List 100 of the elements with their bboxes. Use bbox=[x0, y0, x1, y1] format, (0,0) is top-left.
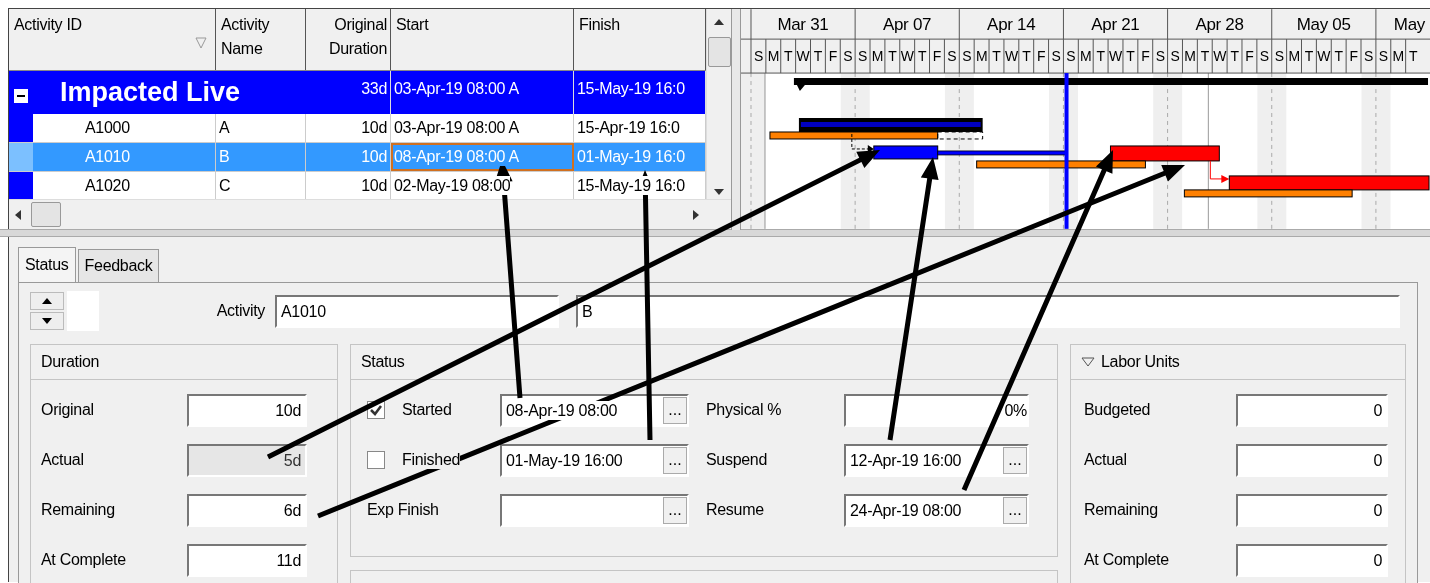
column-header[interactable]: Activity Name bbox=[216, 9, 306, 70]
field-label: Exp Finish bbox=[367, 501, 439, 519]
day-label: M bbox=[767, 48, 779, 65]
day-label: S bbox=[843, 48, 853, 65]
day-label: T bbox=[784, 48, 793, 65]
table-cell-text: A1000 bbox=[84, 118, 131, 138]
scrollbar-thumb[interactable] bbox=[31, 202, 61, 227]
day-label: M bbox=[1080, 48, 1092, 65]
week-label: Apr 21 bbox=[1091, 15, 1140, 35]
date-field[interactable]: 0% bbox=[844, 393, 1029, 427]
vertical-scrollbar[interactable] bbox=[706, 9, 731, 199]
expand-arrow-icon[interactable] bbox=[1081, 357, 1095, 367]
group-title: Duration bbox=[41, 353, 100, 371]
day-label: W bbox=[1109, 48, 1122, 65]
spin-down-button[interactable] bbox=[30, 312, 64, 330]
spin-up-button[interactable] bbox=[30, 292, 64, 310]
day-label: M bbox=[1184, 48, 1196, 65]
wbs-color-bar bbox=[9, 143, 33, 171]
picker-button[interactable]: ... bbox=[663, 446, 687, 474]
field-label: Remaining bbox=[1083, 501, 1159, 519]
day-label: T bbox=[813, 48, 823, 65]
week-label: May bbox=[1393, 15, 1425, 35]
picker-button[interactable]: ... bbox=[663, 496, 687, 524]
checkbox-label: Finished bbox=[402, 451, 461, 469]
week-label: Apr 28 bbox=[1195, 15, 1244, 35]
group-row[interactable]: Impacted Live 33d 03-Apr-19 08:00 A 15-May-19 16:0 bbox=[9, 71, 706, 114]
input-field[interactable]: 10d bbox=[187, 393, 307, 427]
down-arrow-icon bbox=[42, 318, 52, 324]
day-label: S bbox=[1155, 48, 1165, 65]
date-field[interactable]: 24-Apr-19 08:00 ... bbox=[844, 493, 1029, 527]
group-title: Status bbox=[361, 353, 405, 371]
right-arrow-icon[interactable] bbox=[693, 209, 699, 220]
scrollbar-thumb[interactable] bbox=[707, 37, 731, 67]
tab[interactable]: Feedback bbox=[77, 249, 160, 282]
day-label: S bbox=[753, 48, 763, 65]
field-label: Original bbox=[40, 401, 95, 419]
table-cell: 10d bbox=[306, 143, 391, 171]
up-arrow-icon bbox=[42, 298, 52, 304]
date-field[interactable]: 12-Apr-19 16:00 ... bbox=[844, 443, 1029, 477]
day-label: T bbox=[992, 48, 1001, 65]
day-label: S bbox=[1170, 48, 1180, 65]
input-field[interactable]: 0 bbox=[1236, 393, 1388, 427]
day-label: S bbox=[1378, 48, 1388, 65]
checkbox[interactable] bbox=[367, 451, 385, 469]
up-arrow-icon[interactable] bbox=[714, 19, 724, 25]
wbs-color-bar bbox=[9, 114, 33, 142]
day-label: W bbox=[1317, 48, 1331, 65]
column-header[interactable]: Start bbox=[391, 9, 574, 70]
day-label: T bbox=[1230, 48, 1239, 65]
day-label: T bbox=[1096, 48, 1105, 65]
left-arrow-icon[interactable] bbox=[15, 209, 21, 220]
day-label: M bbox=[1392, 48, 1404, 65]
table-cell-text: A1020 bbox=[84, 176, 131, 196]
remaining-outline bbox=[937, 131, 984, 140]
picker-button[interactable]: ... bbox=[1003, 496, 1027, 524]
input-field[interactable]: 0 bbox=[1236, 443, 1388, 477]
pane-splitter[interactable] bbox=[731, 9, 741, 230]
input-field[interactable]: 11d bbox=[187, 543, 307, 577]
field-label: Actual bbox=[40, 451, 85, 469]
day-label: M bbox=[1288, 48, 1300, 65]
day-label: W bbox=[796, 48, 810, 65]
column-header[interactable]: Activity ID bbox=[9, 9, 216, 70]
day-label: S bbox=[962, 48, 972, 65]
day-label: T bbox=[1126, 48, 1135, 65]
input-field[interactable]: B bbox=[576, 294, 1400, 328]
input-field[interactable]: 6d bbox=[187, 493, 307, 527]
day-label: F bbox=[1349, 48, 1358, 65]
input-field[interactable]: 0 bbox=[1236, 493, 1388, 527]
group-title: Impacted Live bbox=[60, 77, 241, 108]
relationship-arrow bbox=[851, 133, 874, 153]
week-label: Apr 07 bbox=[882, 15, 932, 35]
day-label: T bbox=[1022, 48, 1031, 65]
table-cell: 03-Apr-19 08:00 A bbox=[391, 114, 574, 142]
group-title: Labor Units bbox=[1101, 353, 1180, 371]
column-header[interactable]: Original Duration bbox=[306, 9, 391, 70]
down-arrow-icon[interactable] bbox=[714, 189, 724, 195]
table-cell: 08-Apr-19 08:00 A bbox=[391, 143, 574, 171]
week-label: May 05 bbox=[1296, 15, 1351, 35]
day-label: S bbox=[858, 48, 868, 65]
day-label: S bbox=[1274, 48, 1284, 65]
day-label: F bbox=[932, 48, 942, 65]
input-field[interactable]: A1010 bbox=[275, 294, 559, 328]
date-field[interactable]: 08-Apr-19 08:00 ... bbox=[500, 393, 689, 427]
picker-button[interactable]: ... bbox=[1003, 446, 1027, 474]
input-field[interactable]: 0 bbox=[1236, 543, 1388, 577]
date-field[interactable]: ... bbox=[500, 493, 689, 527]
horizontal-scrollbar[interactable] bbox=[9, 199, 731, 229]
day-label: S bbox=[1259, 48, 1269, 65]
table-cell: B bbox=[216, 143, 306, 171]
day-label: S bbox=[1066, 48, 1076, 65]
picker-button[interactable]: ... bbox=[663, 396, 687, 424]
field-label: At Complete bbox=[1083, 551, 1170, 569]
pane-splitter[interactable] bbox=[0, 229, 1430, 237]
filter-icon bbox=[195, 37, 207, 49]
day-label: W bbox=[1213, 48, 1227, 65]
day-label: S bbox=[1051, 48, 1061, 65]
tab[interactable]: Status bbox=[18, 247, 76, 282]
day-label: M bbox=[871, 48, 884, 65]
collapse-toggle[interactable] bbox=[14, 88, 28, 103]
date-field[interactable]: 01-May-19 16:00 ... bbox=[500, 443, 689, 477]
